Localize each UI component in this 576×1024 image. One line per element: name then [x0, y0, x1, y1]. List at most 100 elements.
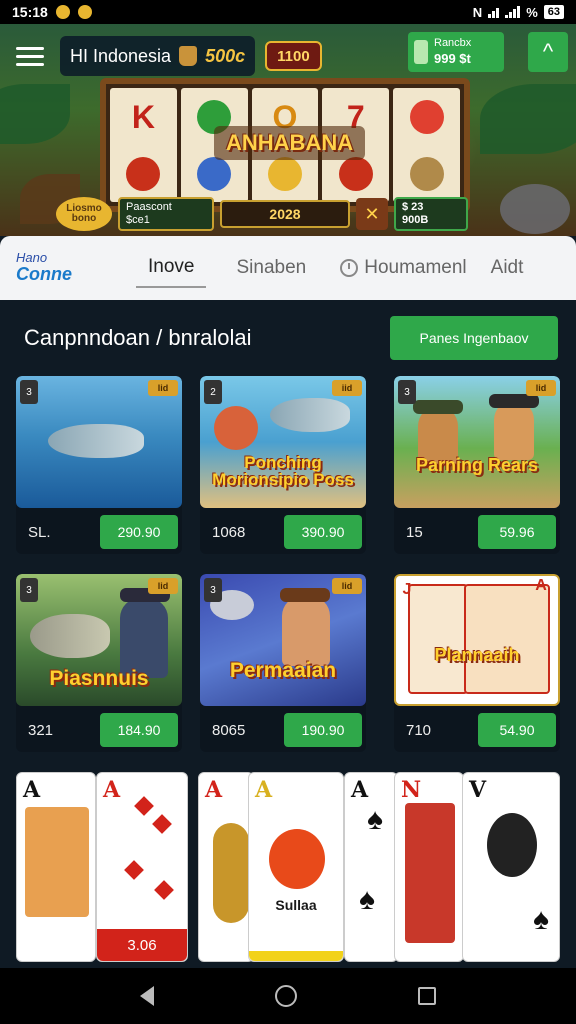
wallet-title: Rancbx: [434, 37, 472, 50]
card-badge-right: lid: [332, 578, 362, 594]
diamond-icon: [152, 814, 172, 834]
card-badge-right: lid: [148, 380, 178, 396]
price-button[interactable]: 184.90: [100, 713, 178, 747]
card-number: 321: [28, 721, 54, 739]
card-number: 1068: [212, 523, 246, 541]
playing-card[interactable]: N: [394, 772, 464, 962]
price-button[interactable]: 190.90: [284, 713, 362, 747]
card-art: [213, 823, 249, 923]
playing-card[interactable]: A: [198, 772, 254, 962]
price-button[interactable]: 290.90: [100, 515, 178, 549]
card-number: 15: [406, 523, 423, 541]
section-header: Canpnndoan / bnralolai Panes Ingenbaov: [24, 316, 558, 360]
playing-card[interactable]: A: [16, 772, 96, 962]
card-index: V: [469, 777, 487, 803]
status-left: 15:18: [12, 4, 92, 20]
card-badge-right: lid: [526, 380, 556, 396]
playing-card[interactable]: A Sullaa: [248, 772, 344, 962]
price-button[interactable]: 59.96: [478, 515, 556, 549]
playing-card[interactable]: A 3.06: [96, 772, 188, 962]
game-title: Permaaian: [229, 659, 337, 682]
wifi-icon: [488, 6, 500, 18]
card-text: Sullaa: [275, 897, 317, 913]
game-title: Plannaaih: [434, 645, 520, 665]
game-card[interactable]: 3 lid Parning Rears 15 59.96: [394, 376, 560, 554]
game-title: Piasnnuis: [49, 667, 149, 690]
game-card[interactable]: 3 lid Piasnnuis 321 184.90: [16, 574, 182, 752]
treasure-decoration: [500, 184, 570, 234]
game-card[interactable]: J A Plannaaih 710 54.90: [394, 574, 560, 752]
region-label: HI Indonesia: [70, 45, 172, 66]
tab-aidt[interactable]: Aidt: [479, 249, 536, 287]
wallet-button[interactable]: Rancbx 999 $t: [408, 32, 504, 72]
jackpot-badge[interactable]: 1100: [265, 41, 322, 71]
game-card[interactable]: 3 lid Permaaian 8065 190.90: [200, 574, 366, 752]
card-badge-left: 3: [20, 578, 38, 602]
character-graphic: [282, 596, 330, 666]
clock-icon: [340, 258, 359, 277]
menu-icon[interactable]: [8, 36, 52, 76]
coin-balance: 500c: [205, 45, 246, 66]
character-graphic: [494, 400, 534, 460]
wallet-value: 999 $t: [434, 50, 471, 66]
card-footer: 321 184.90: [16, 712, 182, 748]
bag-icon: [179, 46, 198, 66]
nfc-icon: N: [472, 4, 483, 20]
tab-houmamenl-label: Houmamenl: [364, 257, 467, 278]
card-price: 3.06: [97, 929, 187, 961]
tab-inove[interactable]: Inove: [136, 248, 207, 288]
home-icon[interactable]: [274, 985, 297, 1007]
status-right: N % 63: [473, 5, 564, 20]
playing-card[interactable]: V ♠: [462, 772, 560, 962]
tab-houmamenl[interactable]: Houmamenl: [328, 249, 478, 287]
slot-title: ANHABANA: [214, 126, 366, 160]
skull-graphic: [487, 813, 537, 877]
notification-coin-icon: [77, 5, 92, 19]
section-title: Canpnndoan / bnralolai: [24, 325, 252, 350]
card-badge-left: 2: [204, 380, 222, 404]
diamond-icon: [154, 880, 174, 900]
fisherman-graphic: [120, 598, 168, 678]
hero-banner[interactable]: HI Indonesia 500c 1100 Rancbx 999 $t ^ K…: [0, 24, 576, 236]
playing-card-graphic: [408, 584, 468, 694]
hat-graphic: [280, 588, 330, 602]
fish-graphic: [270, 398, 350, 432]
card-index: A: [103, 777, 121, 803]
section-action-button[interactable]: Panes Ingenbaov: [390, 316, 558, 360]
tab-sinaben[interactable]: Sinaben: [224, 249, 318, 287]
card-art: [405, 803, 455, 943]
tools-icon[interactable]: ✕: [356, 198, 388, 230]
slot-reel: K: [110, 88, 177, 202]
card-strip: [249, 951, 343, 961]
brand-logo-line2: Conne: [16, 264, 72, 285]
signal-icon: [505, 6, 521, 18]
card-number: SL.: [28, 523, 51, 541]
price-button[interactable]: 54.90: [478, 713, 556, 747]
fish-graphic: [30, 614, 110, 658]
tab-bar: Hano Conne Inove Sinaben Houmamenl Aidt: [0, 236, 576, 300]
navigation-bar: [0, 968, 576, 1024]
percent-label: %: [526, 4, 538, 20]
arrow-up-icon[interactable]: ^: [528, 32, 568, 72]
slot-reel: [393, 88, 460, 202]
bet-display[interactable]: 2028: [220, 200, 350, 228]
playing-card-graphic: [464, 584, 550, 694]
battery-icon: 63: [543, 5, 564, 19]
bonus-info-title: Paascont: [126, 201, 172, 213]
playing-card[interactable]: A ♠ ♠: [344, 772, 398, 962]
bonus-coin[interactable]: Liosmo bono: [56, 197, 112, 231]
card-footer: 8065 190.90: [200, 712, 366, 748]
recent-apps-icon[interactable]: [417, 987, 436, 1005]
card-badge-left: 3: [398, 380, 416, 404]
back-icon[interactable]: [140, 986, 155, 1006]
card-index: A: [255, 777, 273, 803]
price-button[interactable]: 390.90: [284, 515, 362, 549]
card-badge-right: iid: [332, 380, 362, 396]
game-card[interactable]: 3 lid SL. 290.90: [16, 376, 182, 554]
game-card[interactable]: 2 iid Ponching Morionsipio Poss 1068 390…: [200, 376, 366, 554]
brand-logo[interactable]: Hano Conne: [16, 250, 116, 285]
region-pill[interactable]: HI Indonesia 500c: [60, 36, 256, 76]
game-title: Parning Rears: [415, 455, 539, 475]
win-line1: $ 23: [402, 201, 424, 213]
card-index: N: [401, 777, 422, 803]
